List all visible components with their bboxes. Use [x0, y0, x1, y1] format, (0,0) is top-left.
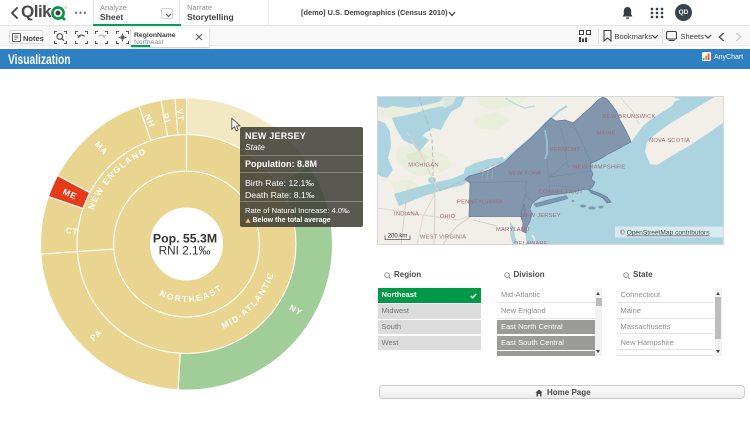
svg-text:CONNECTICUT: CONNECTICUT: [539, 190, 584, 196]
svg-text:WEST VIRGINIA: WEST VIRGINIA: [420, 235, 466, 241]
svg-text:NEW HAMPSHIRE: NEW HAMPSHIRE: [573, 165, 625, 171]
svg-text:NEW BRUNSWICK: NEW BRUNSWICK: [602, 114, 655, 120]
svg-text:RNI 2.1‰: RNI 2.1‰: [159, 244, 211, 258]
svg-text:MARYLAND: MARYLAND: [496, 227, 530, 233]
svg-text:NEW JERSEY: NEW JERSEY: [521, 213, 561, 219]
svg-text:INDIANA: INDIANA: [394, 212, 419, 218]
svg-text:200 km: 200 km: [388, 234, 408, 240]
svg-text:NEW YORK: NEW YORK: [508, 171, 541, 177]
svg-text:MAINE: MAINE: [596, 131, 615, 137]
svg-text:MICHIGAN: MICHIGAN: [408, 163, 439, 169]
svg-text:VERMONT: VERMONT: [550, 147, 581, 153]
svg-text:NOVA SCOTIA: NOVA SCOTIA: [649, 138, 690, 144]
svg-text:© OpenStreetMap contributors: © OpenStreetMap contributors: [620, 229, 710, 237]
svg-text:OHIO: OHIO: [440, 214, 456, 220]
svg-text:PENNSYLVANIA: PENNSYLVANIA: [457, 200, 503, 206]
svg-text:VT: VT: [175, 108, 186, 121]
svg-text:CT: CT: [65, 225, 79, 237]
